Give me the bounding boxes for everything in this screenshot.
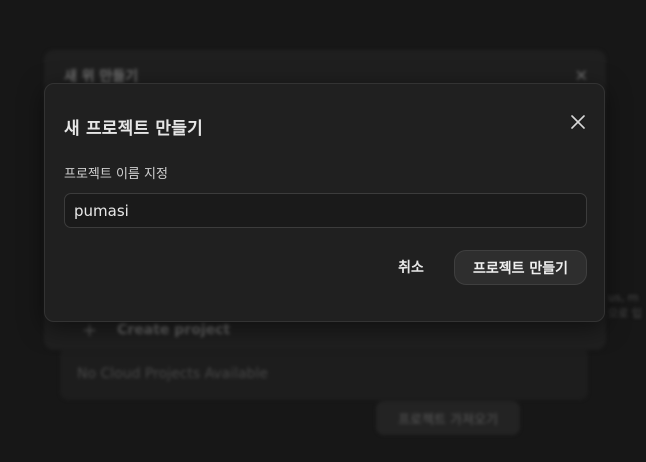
create-project-label: Create project — [117, 322, 231, 338]
empty-projects-box: No Cloud Projects Available — [60, 348, 588, 400]
create-project-button[interactable]: 프로젝트 만들기 — [454, 250, 587, 285]
plus-icon: + — [82, 319, 98, 341]
import-project-button: 프로젝트 가져오기 — [376, 401, 520, 435]
cancel-button[interactable]: 취소 — [383, 250, 439, 284]
empty-projects-label: No Cloud Projects Available — [77, 366, 268, 382]
new-project-dialog: 새 프로젝트 만들기 프로젝트 이름 지정 취소 프로젝트 만들기 — [44, 83, 605, 322]
background-side-text: us, m 으로 입 — [608, 290, 642, 322]
project-name-input[interactable] — [64, 193, 587, 228]
project-name-label: 프로젝트 이름 지정 — [64, 167, 168, 182]
background-side-text-line2: 으로 입 — [608, 307, 642, 320]
background-side-text-line1: us, m — [608, 291, 639, 304]
close-icon — [571, 115, 585, 129]
dialog-title: 새 프로젝트 만들기 — [64, 119, 203, 139]
close-button[interactable] — [567, 111, 589, 133]
